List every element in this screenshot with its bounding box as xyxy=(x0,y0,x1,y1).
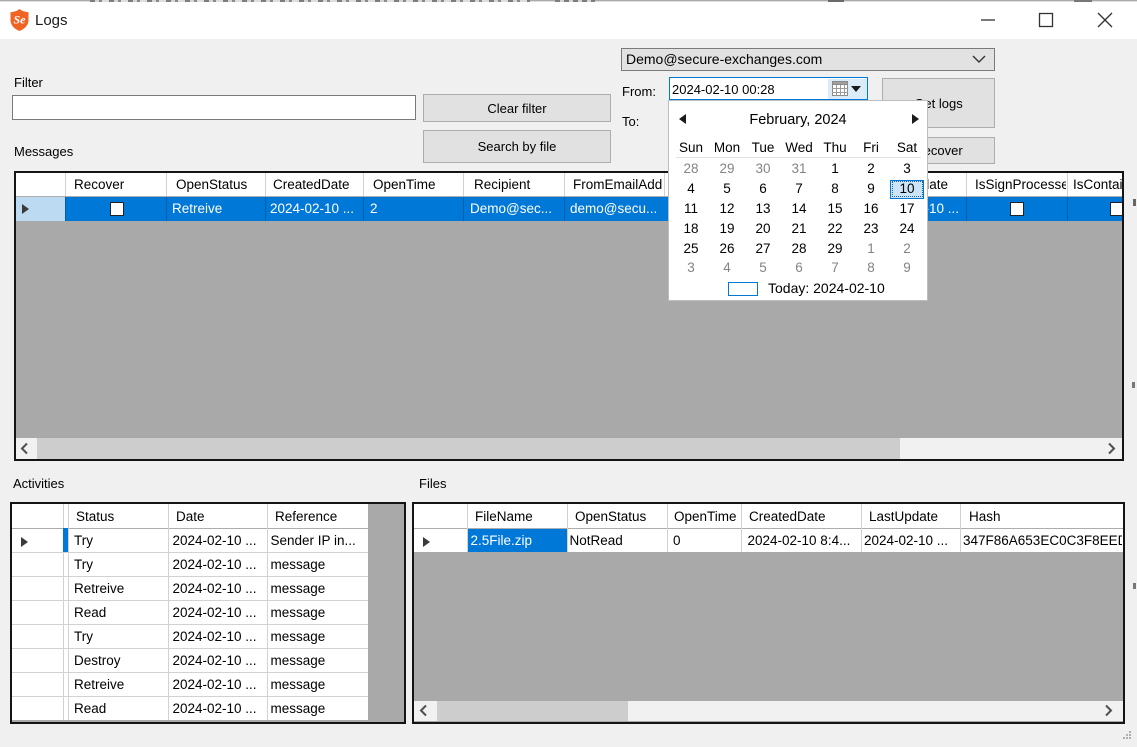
svg-text:Se: Se xyxy=(14,13,27,27)
